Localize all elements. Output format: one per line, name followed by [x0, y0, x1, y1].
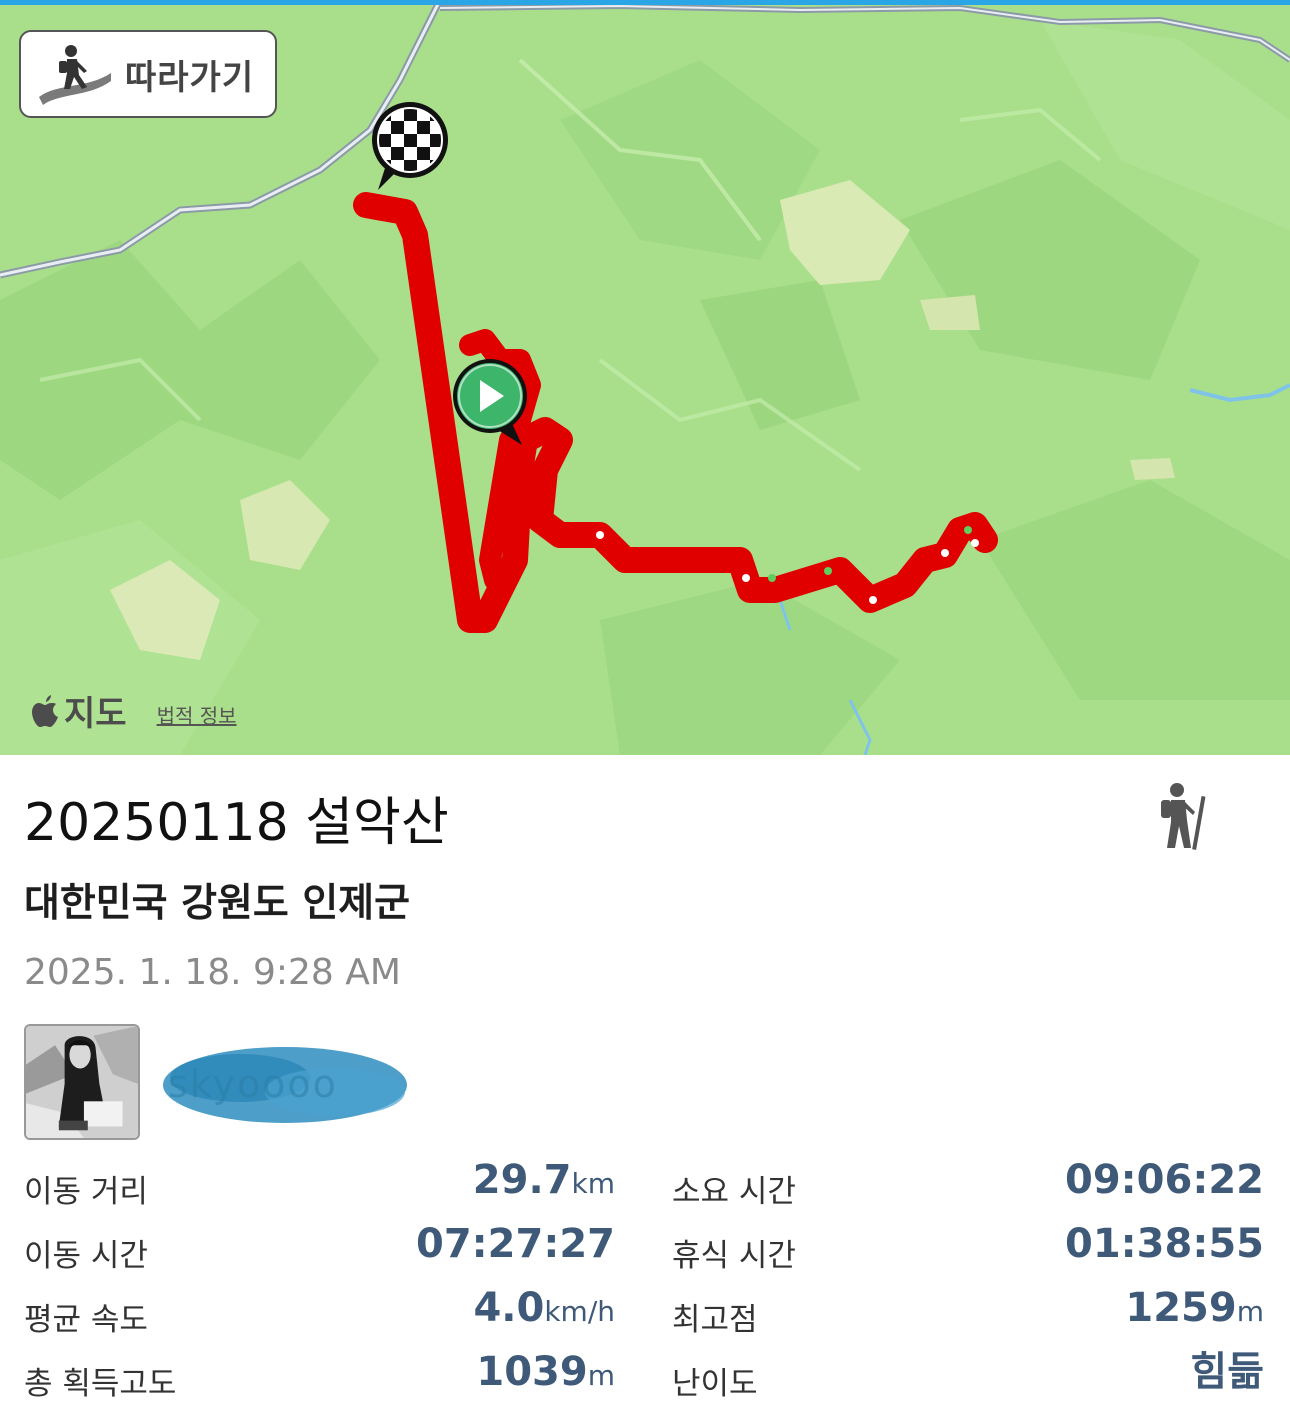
stat-distance-label: 이동 거리 — [24, 1174, 148, 1210]
activity-datetime: 2025. 1. 18. 9:28 AM — [24, 952, 401, 993]
stat-elevation-gain-number: 1039 — [476, 1349, 588, 1395]
activity-title: 20250118 설악산 — [24, 793, 449, 853]
activity-location: 대한민국 강원도 인제군 — [24, 881, 410, 926]
avatar-photo — [26, 1026, 138, 1138]
legal-info-link[interactable]: 법적 정보 — [157, 700, 237, 729]
stat-max-elevation-value: 1259m — [1125, 1284, 1264, 1336]
username-text: skyoooo — [168, 1062, 338, 1106]
stat-elevation-gain-value: 1039m — [476, 1348, 615, 1400]
stat-avg-speed-unit: km/h — [544, 1295, 615, 1328]
stat-moving-time-value: 07:27:27 — [416, 1221, 615, 1267]
stat-avg-speed-value: 4.0km/h — [473, 1284, 615, 1336]
stat-total-time-label: 소요 시간 — [672, 1174, 796, 1210]
stat-max-elevation-unit: m — [1236, 1295, 1264, 1328]
route-map[interactable]: 따라가기 지도 법적 정보 — [0, 0, 1290, 755]
hiker-icon — [1161, 783, 1206, 850]
stat-avg-speed-label: 평균 속도 — [24, 1302, 148, 1338]
stat-rest-time-label: 휴식 시간 — [672, 1238, 796, 1274]
stat-distance-number: 29.7 — [472, 1157, 572, 1203]
stat-distance-value: 29.7km — [473, 1156, 615, 1208]
map-brand-label: 지도 — [64, 694, 127, 734]
stat-max-elevation-label: 최고점 — [672, 1302, 758, 1338]
stat-distance-unit: km — [571, 1167, 616, 1200]
follow-button-label: 따라가기 — [125, 57, 255, 98]
stat-max-elevation-number: 1259 — [1125, 1285, 1237, 1331]
username-obscured[interactable]: skyoooo — [160, 1040, 410, 1130]
stat-elevation-gain-unit: m — [587, 1359, 615, 1392]
stat-total-time-value: 09:06:22 — [1065, 1157, 1264, 1203]
apple-logo-icon — [32, 694, 58, 727]
stat-avg-speed-number: 4.0 — [473, 1285, 545, 1331]
stat-difficulty-label: 난이도 — [672, 1366, 758, 1402]
stat-elevation-gain-label: 총 획득고도 — [24, 1366, 177, 1402]
follow-route-button[interactable]: 따라가기 — [19, 30, 277, 118]
stat-rest-time-value: 01:38:55 — [1065, 1221, 1264, 1267]
top-accent-strip — [0, 0, 1290, 5]
user-avatar[interactable] — [24, 1024, 140, 1140]
stat-moving-time-label: 이동 시간 — [24, 1238, 148, 1274]
hiker-follow-icon — [39, 45, 111, 105]
map-attribution: 지도 법적 정보 — [30, 686, 237, 735]
stat-difficulty-value: 힘듦 — [1190, 1349, 1264, 1395]
